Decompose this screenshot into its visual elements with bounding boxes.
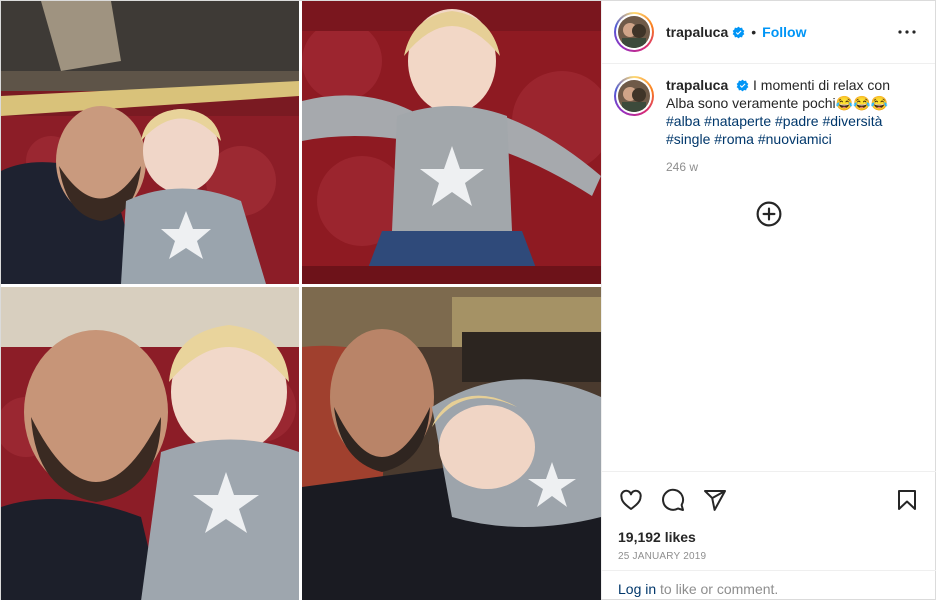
header-username[interactable]: trapaluca [666, 24, 728, 40]
post-date[interactable]: 25 JANUARY 2019 [618, 551, 920, 562]
hashtag-link[interactable]: #single [666, 131, 710, 147]
action-bar [618, 486, 920, 514]
post-container: trapaluca • Follow trapaluca I momenti d… [0, 0, 936, 600]
post-media-collage[interactable] [1, 1, 601, 600]
hashtag-link[interactable]: #diversità [822, 113, 882, 129]
caption-area: trapaluca I momenti di relax con Alba so… [602, 64, 935, 471]
post-side-panel: trapaluca • Follow trapaluca I momenti d… [601, 1, 936, 599]
hashtag-link[interactable]: #nataperte [704, 113, 771, 129]
login-prompt-text: to like or comment. [656, 581, 779, 597]
caption: trapaluca I momenti di relax con Alba so… [666, 76, 906, 176]
collage-photo-1 [1, 1, 299, 284]
more-options-icon[interactable] [895, 20, 919, 44]
collage-photo-2 [302, 1, 601, 284]
header-separator: • [751, 24, 757, 40]
hashtag-link[interactable]: #padre [775, 113, 819, 129]
comment-icon[interactable] [660, 487, 686, 513]
hashtags: #alba #nataperte #padre #diversità #sing… [666, 112, 906, 148]
hashtag-link[interactable]: #nuoviamici [758, 131, 832, 147]
avatar[interactable] [614, 12, 654, 52]
collage-photo-3 [1, 287, 299, 600]
collage-photo-4 [302, 287, 601, 600]
login-link[interactable]: Log in [618, 581, 656, 597]
likes-count[interactable]: 19,192 likes [618, 529, 920, 545]
post-time-ago[interactable]: 246 w [666, 158, 906, 176]
hashtag-link[interactable]: #roma [714, 131, 754, 147]
hashtag-link[interactable]: #alba [666, 113, 700, 129]
heart-icon[interactable] [618, 487, 644, 513]
verified-badge-icon [732, 26, 745, 38]
caption-username[interactable]: trapaluca [666, 77, 728, 93]
share-icon[interactable] [702, 487, 728, 513]
bookmark-icon[interactable] [894, 487, 920, 513]
add-circle-icon[interactable] [756, 201, 782, 227]
post-header: trapaluca • Follow [602, 1, 935, 64]
follow-button[interactable]: Follow [762, 24, 806, 40]
login-prompt: Log in to like or comment. [602, 570, 936, 597]
caption-avatar[interactable] [614, 76, 654, 116]
actions-section: 19,192 likes 25 JANUARY 2019 Log in to l… [602, 471, 936, 599]
verified-badge-icon [736, 79, 749, 92]
